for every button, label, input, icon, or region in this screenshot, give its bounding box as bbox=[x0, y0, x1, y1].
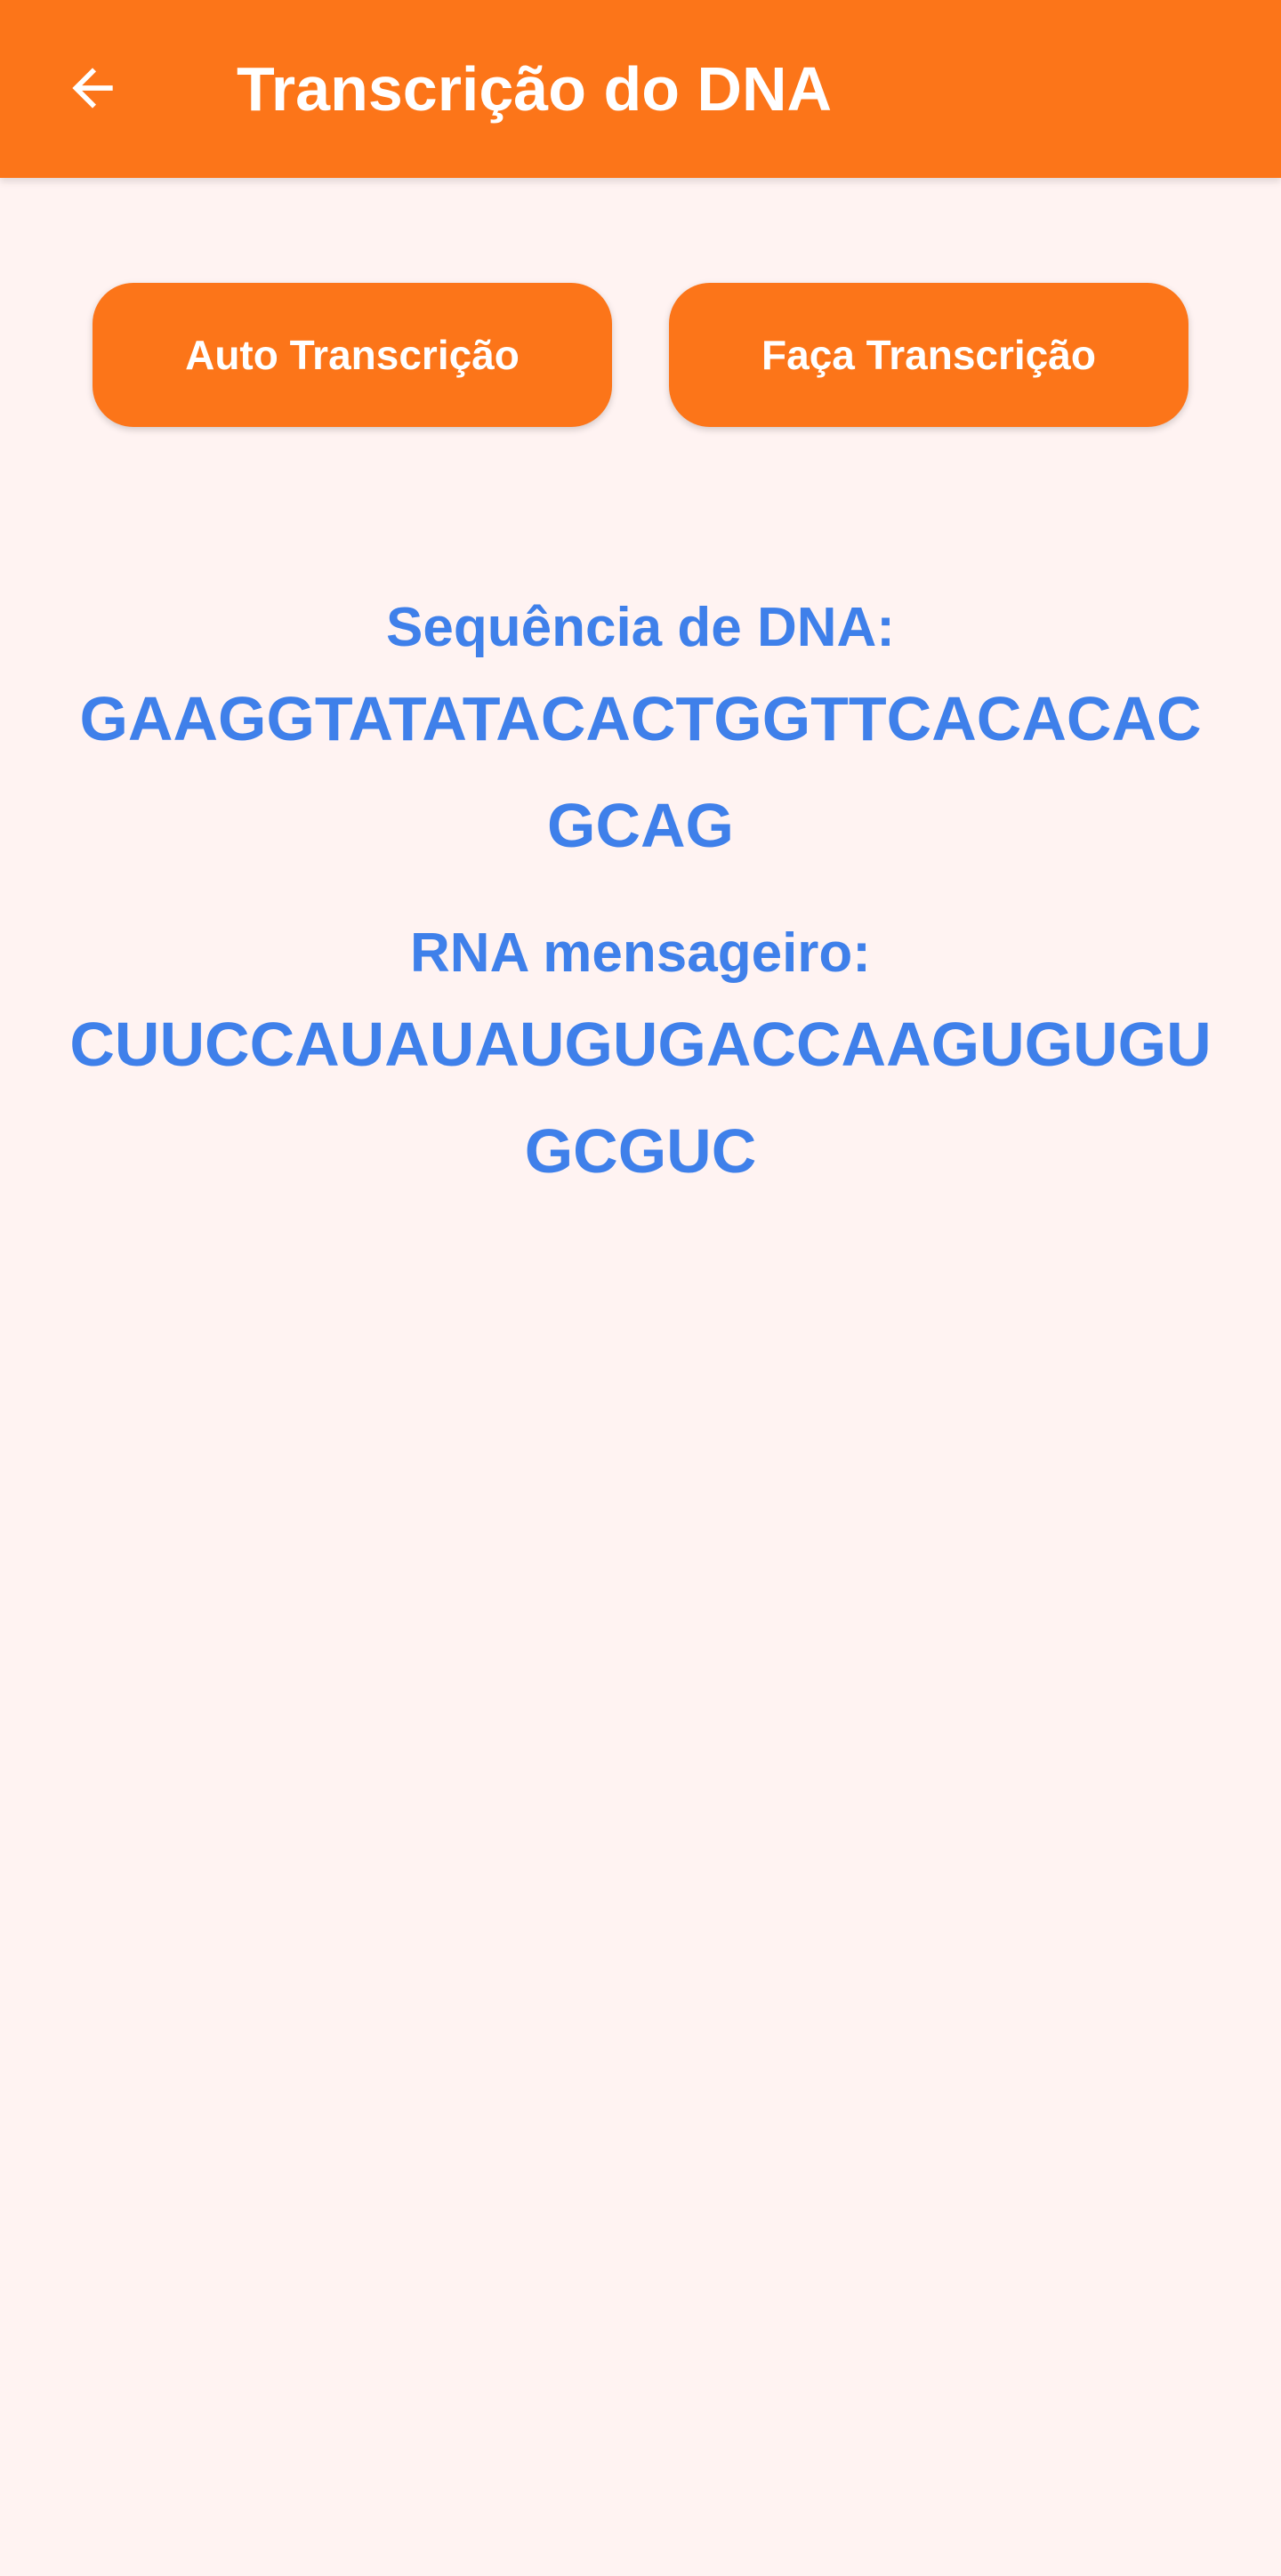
app-bar: Transcrição do DNA bbox=[0, 0, 1281, 178]
rna-messenger-label: RNA mensageiro: bbox=[410, 922, 871, 984]
arrow-left-icon bbox=[62, 58, 123, 121]
dna-sequence-label: Sequência de DNA: bbox=[386, 597, 895, 658]
page-title: Transcrição do DNA bbox=[237, 54, 833, 124]
back-button[interactable] bbox=[50, 46, 135, 132]
dna-sequence-value: GAAGGTATATACACTGGTTCACACACGCAG bbox=[79, 684, 1202, 860]
manual-transcription-button[interactable]: Faça Transcrição bbox=[669, 283, 1188, 427]
auto-transcription-button[interactable]: Auto Transcrição bbox=[93, 283, 612, 427]
transcription-results: Sequência de DNA: GAAGGTATATACACTGGTTCAC… bbox=[62, 591, 1219, 1204]
transcription-actions: Auto Transcrição Faça Transcrição bbox=[93, 283, 1188, 427]
rna-sequence-value: CUUCCAUAUAUGUGACCAAGUGUGUGCGUC bbox=[69, 1010, 1212, 1186]
